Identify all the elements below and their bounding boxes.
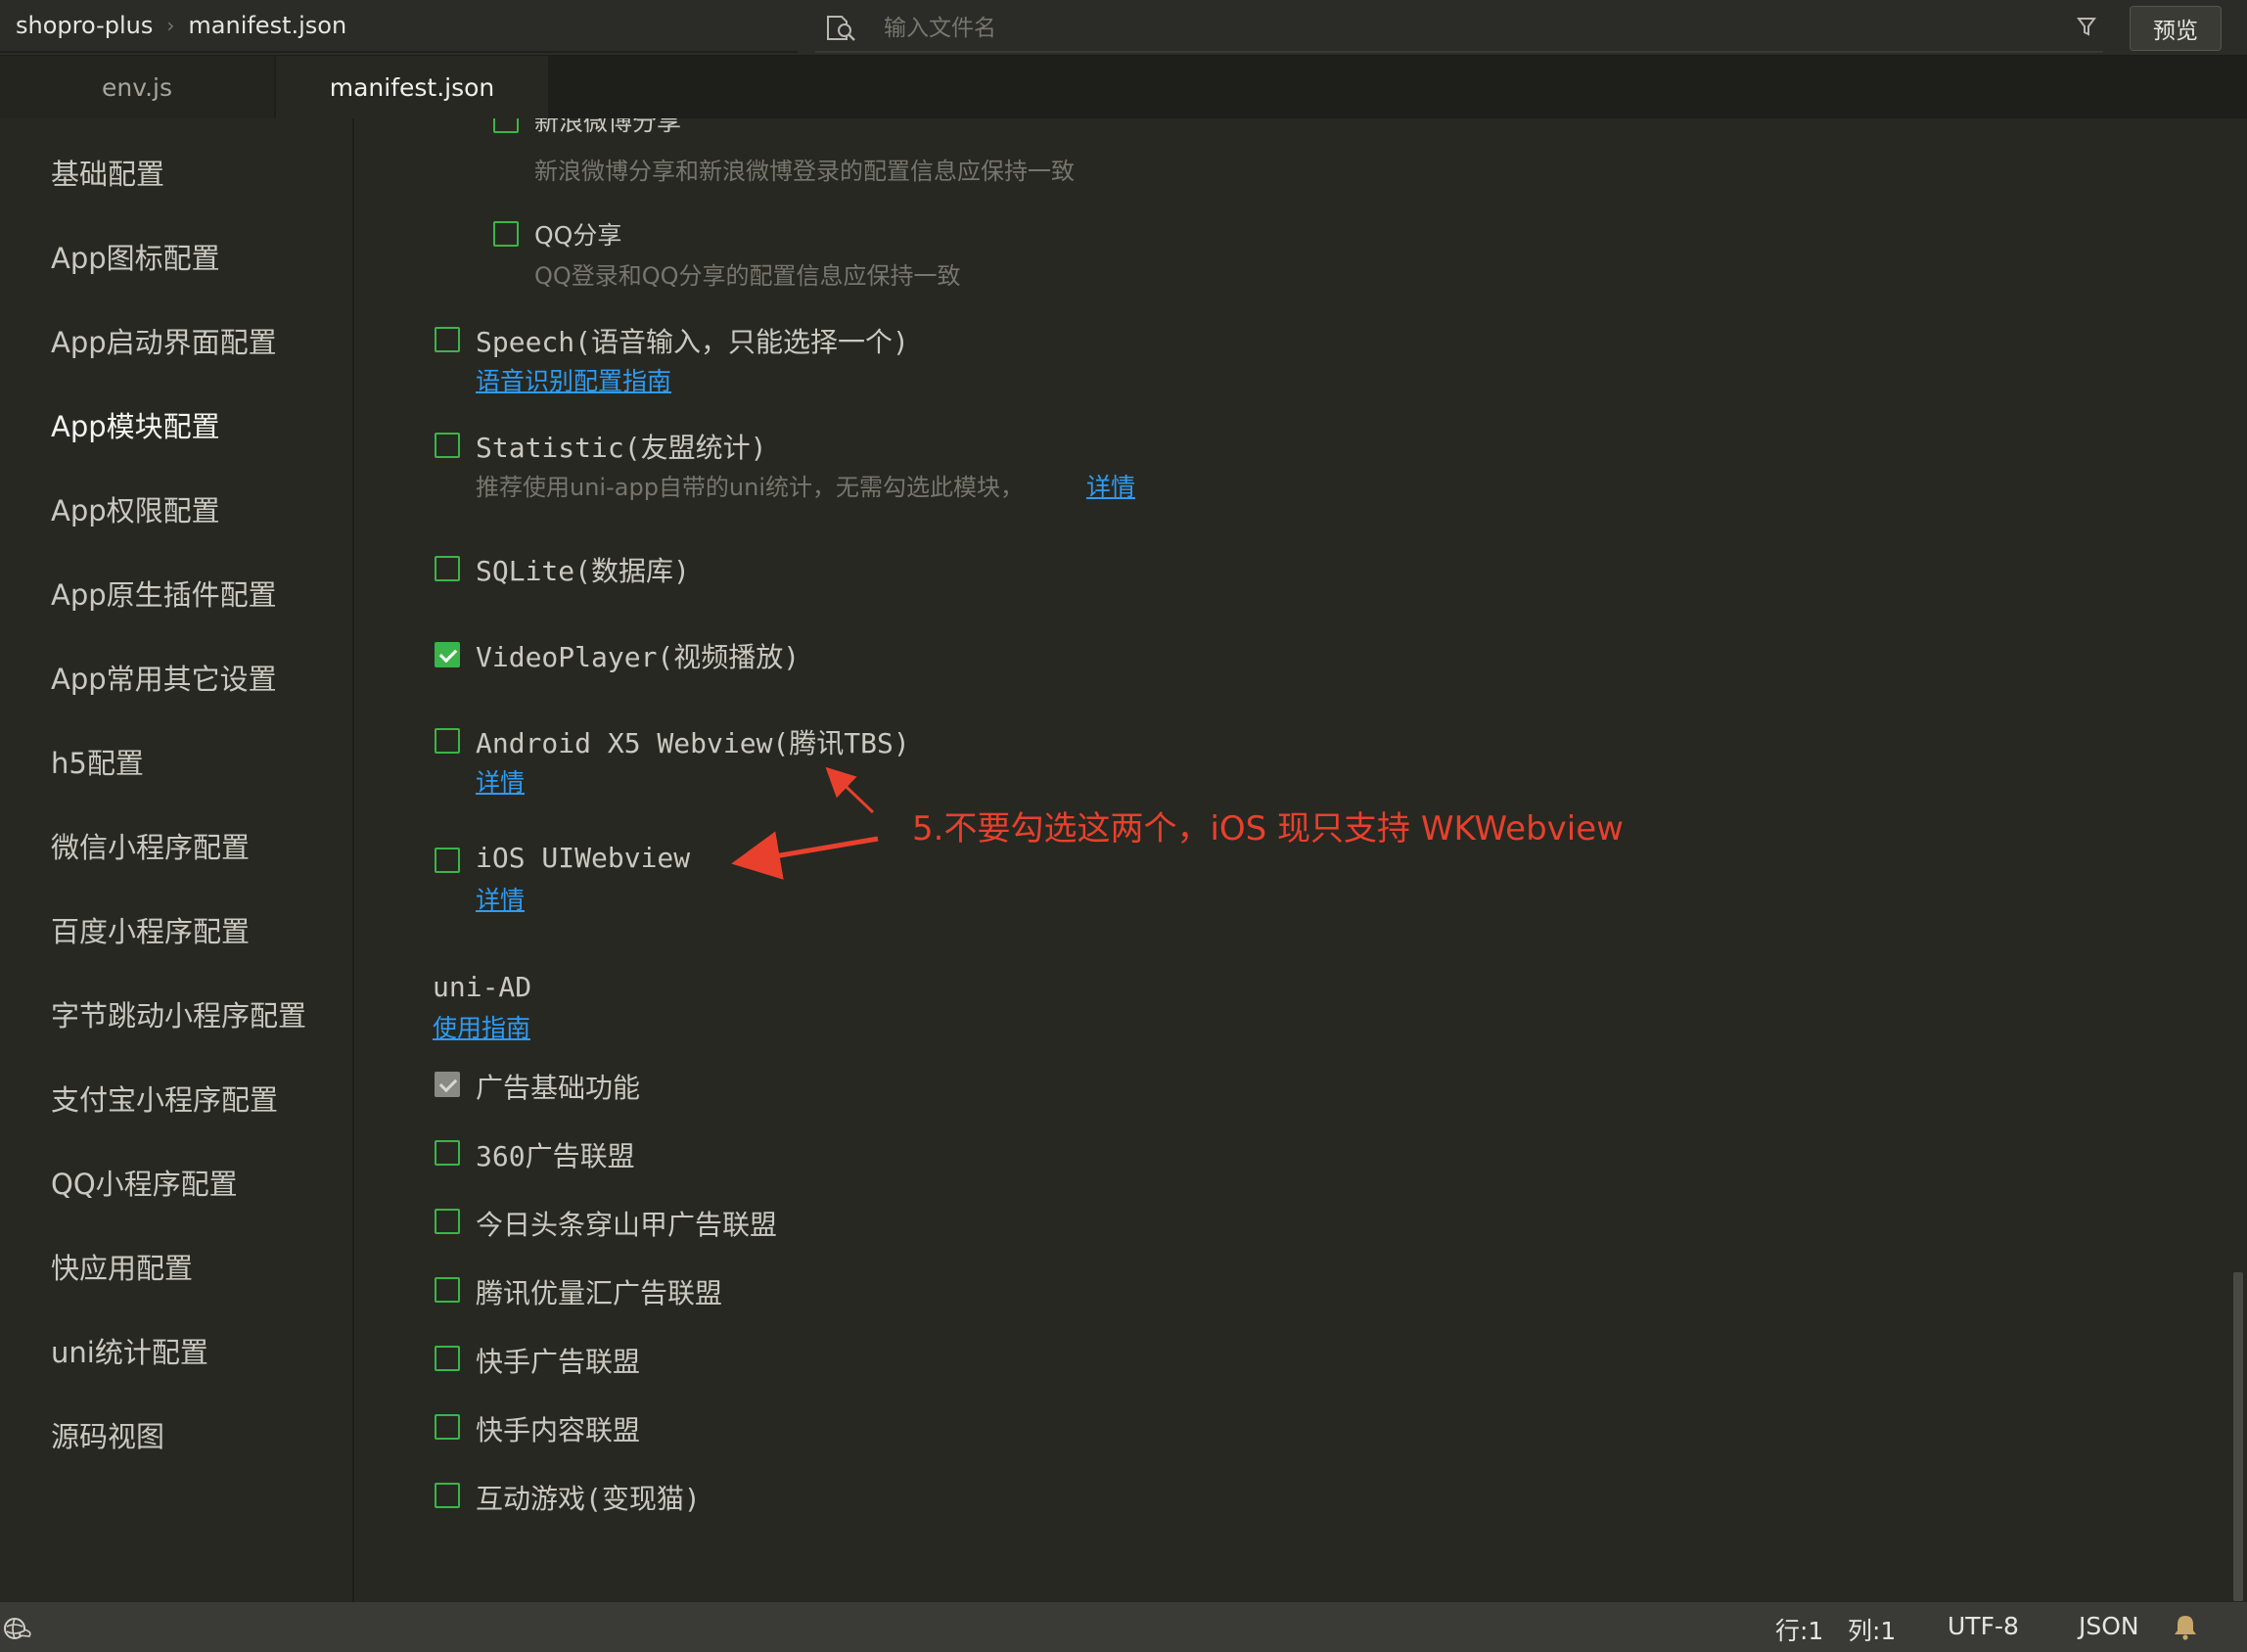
file-search <box>815 6 2103 53</box>
sidebar-item-baidu-mp[interactable]: 百度小程序配置 <box>51 909 250 950</box>
x5-webview-label: Android X5 Webview(腾讯TBS) <box>476 727 910 759</box>
cloud-sync-icon[interactable] <box>2 1614 31 1643</box>
sidebar-item-quickapp[interactable]: 快应用配置 <box>51 1246 193 1287</box>
ad-pangle-label: 今日头条穿山甲广告联盟 <box>476 1209 778 1241</box>
ad-pangle-checkbox[interactable] <box>435 1209 460 1234</box>
sidebar-item-app-native-plugins[interactable]: App原生插件配置 <box>51 573 277 614</box>
qq-share-desc: QQ登录和QQ分享的配置信息应保持一致 <box>534 262 961 290</box>
sidebar-item-app-icon[interactable]: App图标配置 <box>51 236 220 277</box>
sidebar-item-toutiao-mp[interactable]: 字节跳动小程序配置 <box>51 993 306 1034</box>
speech-guide-link[interactable]: 语音识别配置指南 <box>476 362 671 397</box>
qq-share-label: QQ分享 <box>534 221 622 250</box>
ad-gdt-checkbox[interactable] <box>435 1277 460 1303</box>
file-encoding[interactable]: UTF-8 <box>1948 1612 2019 1640</box>
uni-ad-title: uni-AD <box>433 971 532 1003</box>
weibo-share-desc: 新浪微博分享和新浪微博登录的配置信息应保持一致 <box>534 158 1075 185</box>
sidebar-item-app-splash[interactable]: App启动界面配置 <box>51 320 277 361</box>
cursor-col[interactable]: 列:1 <box>1848 1612 1896 1647</box>
uni-ad-guide-link[interactable]: 使用指南 <box>433 1009 530 1044</box>
ios-uiwebview-details-link[interactable]: 详情 <box>476 881 525 916</box>
bell-icon[interactable] <box>2171 1612 2200 1641</box>
speech-checkbox[interactable] <box>435 327 460 352</box>
ad-basic-label: 广告基础功能 <box>476 1072 641 1104</box>
preview-button[interactable]: 预览 <box>2130 6 2222 51</box>
breadcrumb: shopro-plus › manifest.json <box>16 12 346 39</box>
annotation-text: 5.不要勾选这两个，iOS 现只支持 WKWebview <box>912 809 1624 849</box>
sidebar-item-app-permissions[interactable]: App权限配置 <box>51 488 220 529</box>
file-search-icon <box>827 16 855 41</box>
tab-env-js[interactable]: env.js <box>0 56 274 118</box>
qq-share-checkbox[interactable] <box>493 221 519 247</box>
ad-kuaishou-content-label: 快手内容联盟 <box>476 1414 641 1446</box>
ios-uiwebview-label: iOS UIWebview <box>476 842 691 874</box>
ios-uiwebview-checkbox[interactable] <box>435 848 460 873</box>
sqlite-checkbox[interactable] <box>435 556 460 581</box>
weibo-share-checkbox[interactable] <box>493 118 519 133</box>
tab-manifest-json[interactable]: manifest.json <box>276 56 548 118</box>
editor-tabs: env.js manifest.json <box>0 56 2247 118</box>
ad-360-label: 360广告联盟 <box>476 1140 635 1172</box>
ad-gdt-label: 腾讯优量汇广告联盟 <box>476 1277 723 1309</box>
annotation-arrow-to-x5 <box>825 766 875 814</box>
sidebar-item-basic[interactable]: 基础配置 <box>51 152 164 193</box>
sidebar-item-h5[interactable]: h5配置 <box>51 741 144 782</box>
statistic-details-link[interactable]: 详情 <box>1086 468 1135 503</box>
file-language[interactable]: JSON <box>2079 1612 2139 1640</box>
breadcrumb-project[interactable]: shopro-plus <box>16 12 153 39</box>
statistic-desc: 推荐使用uni-app自带的uni统计，无需勾选此模块， <box>476 474 1025 501</box>
annotation-arrow-to-uiwebview <box>731 831 879 880</box>
videoplayer-checkbox[interactable] <box>435 642 460 667</box>
vertical-scrollbar[interactable] <box>2233 1272 2243 1601</box>
ad-basic-checkbox <box>435 1072 460 1097</box>
x5-webview-checkbox[interactable] <box>435 728 460 754</box>
ad-game-label: 互动游戏(变现猫) <box>476 1483 701 1515</box>
module-config-panel: 新浪微博分享 新浪微博分享和新浪微博登录的配置信息应保持一致 QQ分享 QQ登录… <box>354 118 2224 1602</box>
weibo-share-label: 新浪微博分享 <box>534 118 682 136</box>
status-bar: 行:1 列:1 UTF-8 JSON <box>0 1602 2247 1652</box>
sidebar-item-app-other-settings[interactable]: App常用其它设置 <box>51 657 277 698</box>
statistic-label: Statistic(友盟统计) <box>476 432 767 464</box>
search-input[interactable] <box>882 10 1962 47</box>
filter-icon[interactable] <box>2073 13 2100 40</box>
sidebar-item-source-view[interactable]: 源码视图 <box>51 1414 164 1455</box>
videoplayer-label: VideoPlayer(视频播放) <box>476 641 801 673</box>
ad-game-checkbox[interactable] <box>435 1483 460 1508</box>
ad-kuaishou-checkbox[interactable] <box>435 1346 460 1371</box>
sidebar-item-qq-mp[interactable]: QQ小程序配置 <box>51 1162 238 1203</box>
statistic-checkbox[interactable] <box>435 433 460 458</box>
sqlite-label: SQLite(数据库) <box>476 555 690 587</box>
cursor-row[interactable]: 行:1 <box>1775 1612 1823 1647</box>
ad-kuaishou-label: 快手广告联盟 <box>476 1346 641 1378</box>
speech-label: Speech(语音输入，只能选择一个) <box>476 326 909 358</box>
ad-360-checkbox[interactable] <box>435 1140 460 1166</box>
chevron-right-icon: › <box>166 14 175 37</box>
sidebar-item-app-modules[interactable]: App模块配置 <box>51 404 220 445</box>
breadcrumb-file[interactable]: manifest.json <box>188 12 346 39</box>
sidebar-item-uni-stat[interactable]: uni统计配置 <box>51 1330 208 1371</box>
sidebar-item-weixin-mp[interactable]: 微信小程序配置 <box>51 825 250 866</box>
top-bar: shopro-plus › manifest.json 预览 <box>0 0 2247 56</box>
sidebar-item-alipay-mp[interactable]: 支付宝小程序配置 <box>51 1078 278 1119</box>
breadcrumb-divider <box>0 51 798 53</box>
config-sidebar: 基础配置 App图标配置 App启动界面配置 App模块配置 App权限配置 A… <box>0 118 354 1602</box>
ad-kuaishou-content-checkbox[interactable] <box>435 1414 460 1440</box>
x5-webview-details-link[interactable]: 详情 <box>476 763 525 799</box>
